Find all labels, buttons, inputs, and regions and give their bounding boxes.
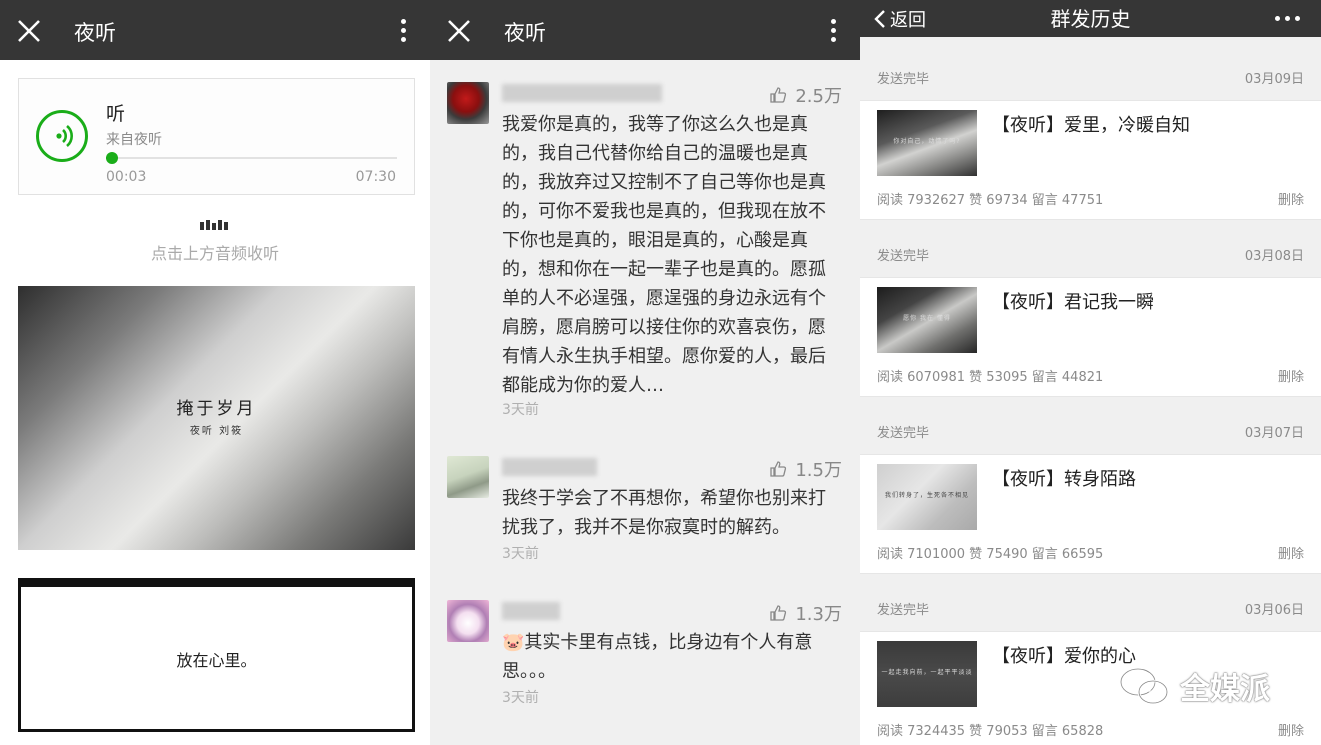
audio-progress-handle[interactable] [105, 152, 118, 164]
user-avatar[interactable] [447, 82, 489, 124]
article-card[interactable]: 你对自己，动情了吗? 【夜听】爱里，冷暖自知 阅读 7932627 赞 6973… [860, 100, 1321, 220]
send-status: 发送完毕 [877, 72, 930, 87]
audio-play-icon[interactable] [36, 110, 88, 162]
thumbs-up-icon [770, 605, 787, 621]
page-title: 夜听 [504, 21, 546, 45]
article-title: 【夜听】爱里，冷暖自知 [992, 115, 1190, 136]
send-status: 发送完毕 [877, 249, 930, 264]
entry-header: 发送完毕 03月06日 [860, 579, 1321, 631]
thumbnail-text: 我们转身了，生死各不相见 [884, 492, 969, 499]
article-title: 【夜听】爱你的心 [992, 646, 1136, 667]
close-icon[interactable] [446, 18, 472, 44]
watermark-text: 全媒派 [1180, 672, 1270, 707]
thumbnail-text: 愿你 我在 懂得 [903, 315, 951, 322]
like-button[interactable]: 2.5万 [769, 82, 842, 108]
audio-player[interactable]: 听 来自夜听 00:03 07:30 [18, 78, 415, 195]
article-thumbnail: 你对自己，动情了吗? [877, 110, 977, 176]
article-image: 掩于岁月 夜听 刘筱 [18, 286, 415, 550]
page-title: 群发历史 [1050, 7, 1131, 31]
article-panel: 夜听 听 来自夜听 00:03 07:30 点击上方音频收听 掩于岁月 夜听 刘… [0, 0, 430, 745]
like-count: 2.5万 [795, 86, 842, 107]
entry-header: 发送完毕 03月07日 [860, 402, 1321, 454]
close-icon[interactable] [16, 18, 42, 44]
article-title: 【夜听】转身陌路 [992, 469, 1136, 490]
send-status: 发送完毕 [877, 603, 930, 618]
thumbnail-text: 一起走我向前，一起平平淡淡 [881, 669, 973, 676]
send-date: 03月06日 [1244, 603, 1304, 618]
user-avatar[interactable] [447, 600, 489, 642]
article-stats: 阅读 7324435 赞 79053 留言 65828 [877, 724, 1104, 739]
entry-header: 发送完毕 03月08日 [860, 225, 1321, 277]
delete-link[interactable]: 删除 [1278, 366, 1304, 385]
comment-item: 1.5万 我终于学会了不再想你，希望你也别来打扰我了，我并不是你寂寞时的解药。 … [430, 456, 860, 566]
comment-time: 3天前 [502, 546, 539, 562]
comment-text: 我终于学会了不再想你，希望你也别来打扰我了，我并不是你寂寞时的解药。 [502, 488, 826, 538]
article-title: 【夜听】君记我一瞬 [992, 292, 1154, 313]
top-bar: 返回 群发历史 [860, 0, 1321, 37]
watermark: 全媒派 [1118, 664, 1270, 708]
page-title: 夜听 [74, 21, 116, 45]
comment-text: 我爱你是真的，我等了你这么久也是真的，我自己代替你给自己的温暖也是真的，我放弃过… [502, 114, 826, 396]
user-name-blurred [502, 84, 662, 102]
article-stats: 阅读 7932627 赞 69734 留言 47751 [877, 193, 1104, 208]
entry-header: 发送完毕 03月09日 [860, 48, 1321, 100]
send-date: 03月08日 [1244, 249, 1304, 264]
audio-source: 来自夜听 [106, 132, 162, 148]
history-panel: 返回 群发历史 发送完毕 03月09日 你对自己，动情了吗? 【夜听】爱里，冷暖… [860, 0, 1321, 745]
comment-time: 3天前 [502, 690, 539, 706]
article-stats: 阅读 7101000 赞 75490 留言 66595 [877, 547, 1104, 562]
delete-link[interactable]: 删除 [1278, 189, 1304, 208]
like-count: 1.3万 [795, 604, 842, 625]
article-stats: 阅读 6070981 赞 53095 留言 44821 [877, 370, 1104, 385]
audio-total-time: 07:30 [355, 169, 396, 185]
delete-link[interactable]: 删除 [1278, 720, 1304, 739]
sound-wave-icon [200, 216, 230, 230]
top-bar: 夜听 [430, 0, 860, 60]
user-name-blurred [502, 458, 597, 476]
audio-title: 听 [106, 103, 126, 125]
like-count: 1.5万 [795, 460, 842, 481]
thumbs-up-icon [770, 461, 787, 477]
quote-box: 放在心里。 [18, 578, 415, 732]
comment-item: 2.5万 我爱你是真的，我等了你这么久也是真的，我自己代替你给自己的温暖也是真的… [430, 82, 860, 422]
article-card[interactable]: 愿你 我在 懂得 【夜听】君记我一瞬 阅读 6070981 赞 53095 留言… [860, 277, 1321, 397]
article-thumbnail: 我们转身了，生死各不相见 [877, 464, 977, 530]
send-date: 03月07日 [1244, 426, 1304, 441]
image-subcaption: 夜听 刘筱 [189, 426, 244, 437]
delete-link[interactable]: 删除 [1278, 543, 1304, 562]
thumbs-up-icon [770, 87, 787, 103]
article-thumbnail: 愿你 我在 懂得 [877, 287, 977, 353]
audio-progress-bar[interactable] [105, 152, 397, 164]
image-caption: 掩于岁月 [176, 399, 257, 419]
more-menu-icon[interactable] [1275, 16, 1301, 22]
like-button[interactable]: 1.3万 [769, 600, 842, 626]
article-thumbnail: 一起走我向前，一起平平淡淡 [877, 641, 977, 707]
article-card[interactable]: 我们转身了，生死各不相见 【夜听】转身陌路 阅读 7101000 赞 75490… [860, 454, 1321, 574]
quote-text: 放在心里。 [176, 651, 257, 670]
send-date: 03月09日 [1244, 72, 1304, 87]
top-bar: 夜听 [0, 0, 430, 60]
more-menu-icon[interactable] [392, 17, 414, 45]
comment-time: 3天前 [502, 402, 539, 418]
comments-panel: 夜听 2.5万 我爱你是真的，我等了你这么久也是真的，我自己代替你给自己的温暖也… [430, 0, 860, 745]
wechat-logo-icon [1119, 667, 1169, 705]
like-button[interactable]: 1.5万 [769, 456, 842, 482]
user-avatar[interactable] [447, 456, 489, 498]
comment-item: 1.3万 🐷其实卡里有点钱，比身边有个人有意思。。。 3天前 [430, 600, 860, 710]
audio-current-time: 00:03 [106, 169, 147, 185]
user-name-blurred [502, 602, 560, 620]
comment-text: 🐷其实卡里有点钱，比身边有个人有意思。。。 [502, 632, 813, 682]
audio-hint: 点击上方音频收听 [150, 244, 279, 263]
more-menu-icon[interactable] [822, 17, 844, 45]
send-status: 发送完毕 [877, 426, 930, 441]
thumbnail-text: 你对自己，动情了吗? [893, 138, 961, 145]
